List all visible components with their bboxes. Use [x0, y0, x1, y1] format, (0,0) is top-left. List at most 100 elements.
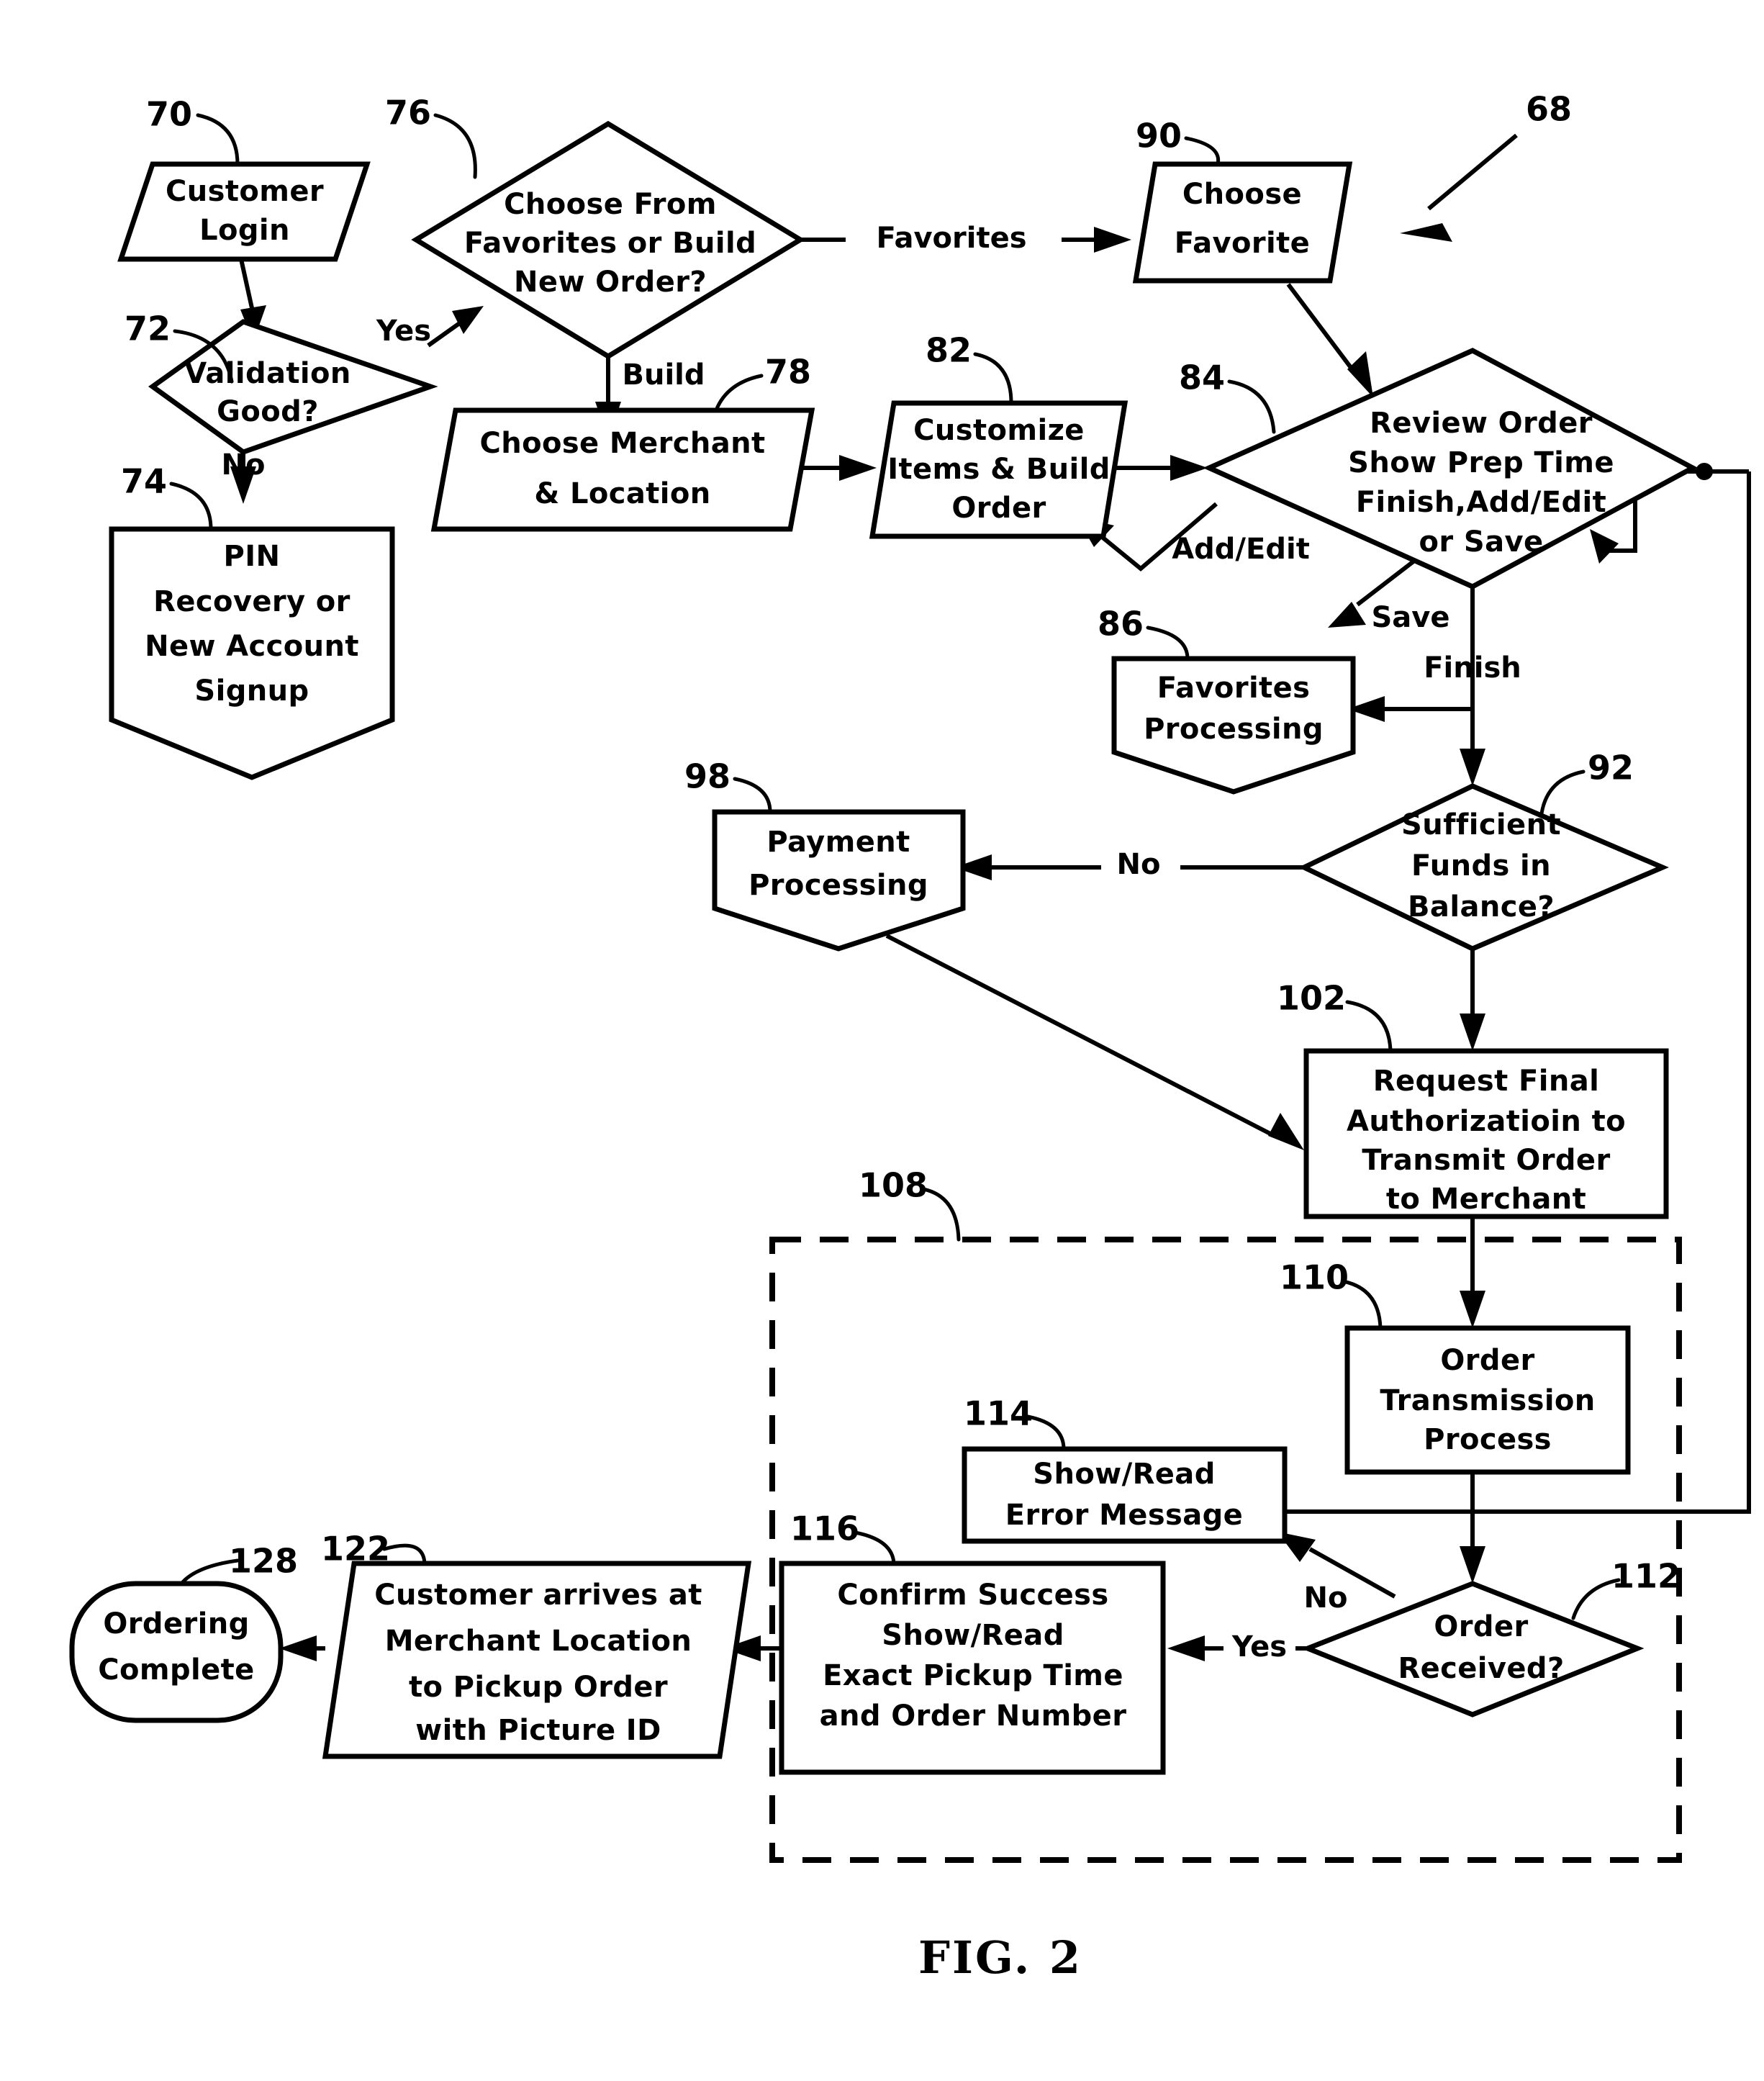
node-ordering-complete[interactable]: Ordering Complete [69, 1581, 284, 1723]
ref-76: 76 [385, 94, 431, 132]
complete-line1: Ordering [103, 1607, 249, 1640]
arrowhead-auth-transmission [1460, 1291, 1485, 1328]
validation-line1: Validation [184, 357, 351, 390]
arrowhead-favorites [1094, 227, 1131, 253]
leader-92 [1539, 769, 1586, 816]
arrives-line2: Merchant Location [385, 1625, 692, 1658]
leader-82 [973, 352, 1013, 405]
node-order-transmission[interactable]: Order Transmission Process [1344, 1325, 1631, 1475]
ordering-complete-shape [69, 1581, 284, 1723]
leader-98 [733, 777, 772, 814]
ref-86: 86 [1098, 605, 1144, 644]
confirm-line3: Exact Pickup Time [823, 1659, 1123, 1692]
favproc-line2: Processing [1144, 713, 1324, 746]
choosefav-line2: Favorite [1175, 227, 1310, 260]
edge-label-favorites: Favorites [876, 222, 1026, 255]
funds-line3: Balance? [1408, 890, 1555, 924]
ref-72: 72 [125, 310, 171, 348]
leader-114 [1026, 1414, 1066, 1451]
arrowhead-arrives-complete [279, 1635, 317, 1661]
ref-70: 70 [146, 95, 192, 134]
order-received-shape [1301, 1581, 1645, 1717]
confirm-line1: Confirm Success [837, 1579, 1108, 1612]
ref-92: 92 [1588, 749, 1634, 787]
leader-84 [1227, 379, 1276, 434]
node-customize-items[interactable]: Customize Items & Build Order [869, 400, 1128, 539]
node-customer-login[interactable]: Customer Login [117, 161, 371, 262]
arrives-line3: to Pickup Order [409, 1671, 668, 1704]
payment-line1: Payment [766, 826, 910, 859]
leader-78 [714, 374, 764, 412]
node-payment-processing[interactable]: Payment Processing [712, 809, 966, 952]
edge-label-build: Build [622, 358, 705, 392]
auth-line1: Request Final [1373, 1065, 1599, 1098]
node-customer-arrives[interactable]: Customer arrives at Merchant Location to… [322, 1561, 752, 1759]
node-request-final-authorization[interactable]: Request Final Authorizatioin to Transmit… [1303, 1048, 1669, 1219]
ref-84: 84 [1179, 358, 1225, 397]
edge-label-received-yes: Yes [1231, 1630, 1287, 1664]
node-pin-recovery[interactable]: PIN Recovery or New Account Signup [109, 526, 395, 780]
arrowhead-review-loopback [1590, 529, 1619, 564]
edge-label-save: Save [1371, 601, 1449, 634]
transmission-line2: Transmission [1380, 1384, 1595, 1417]
auth-line4: to Merchant [1386, 1183, 1586, 1216]
leader-108 [921, 1187, 961, 1242]
choosefrom-line1: Choose From [504, 188, 717, 221]
leader-76 [433, 113, 477, 179]
pin-line1: PIN [224, 540, 281, 573]
edge-validation-yes [427, 320, 462, 348]
edge-label-funds-no: No [1117, 848, 1161, 881]
ref-74: 74 [121, 462, 167, 501]
edge-choosefav-to-review [1286, 283, 1354, 370]
arrowhead-finish-funds [1460, 749, 1485, 786]
pin-line3: New Account [145, 630, 359, 663]
arrowhead-payment-auth [1268, 1113, 1304, 1150]
edge-login-to-validation [239, 258, 255, 315]
auth-line3: Transmit Order [1362, 1144, 1610, 1177]
merchant-line1: Choose Merchant [479, 427, 765, 460]
ref-122: 122 [321, 1530, 390, 1568]
auth-line2: Authorizatioin to [1347, 1105, 1626, 1138]
leader-68 [1427, 133, 1518, 211]
confirm-line4: and Order Number [820, 1699, 1127, 1733]
node-order-received[interactable]: Order Received? [1301, 1581, 1645, 1717]
node-sufficient-funds[interactable]: Sufficient Funds in Balance? [1298, 783, 1669, 952]
transmission-line3: Process [1424, 1423, 1552, 1456]
leader-116 [853, 1530, 896, 1566]
flowchart-canvas: Customer Login Validation Good? PIN Reco… [69, 90, 1751, 1984]
received-line2: Received? [1398, 1652, 1564, 1685]
node-choose-merchant[interactable]: Choose Merchant & Location [430, 407, 815, 532]
node-confirm-success[interactable]: Confirm Success Show/Read Exact Pickup T… [779, 1561, 1166, 1775]
edge-label-validation-yes: Yes [376, 315, 431, 348]
arrowhead-validation-yes [452, 306, 484, 334]
ref-90: 90 [1136, 117, 1182, 155]
leader-70 [196, 113, 240, 166]
leader-74 [169, 482, 213, 531]
arrowhead-choosefav-review [1347, 351, 1373, 397]
arrowhead-customize-review [1170, 455, 1208, 481]
funds-line1: Sufficient [1401, 808, 1561, 841]
ref-108: 108 [859, 1166, 928, 1205]
customize-line3: Order [951, 492, 1046, 525]
ref-78: 78 [765, 353, 811, 392]
node-favorites-processing[interactable]: Favorites Processing [1111, 656, 1356, 795]
transmission-line1: Order [1440, 1344, 1534, 1377]
ref-68: 68 [1526, 90, 1572, 129]
arrowhead-transmission-received [1460, 1546, 1485, 1584]
funds-line2: Funds in [1411, 849, 1551, 882]
ref-82: 82 [926, 331, 972, 370]
review-line1: Review Order [1370, 407, 1593, 440]
ref-116: 116 [790, 1509, 859, 1548]
figure-caption: FIG. 2 [918, 1931, 1082, 1984]
error-line2: Error Message [1005, 1499, 1243, 1532]
ref-112: 112 [1611, 1557, 1681, 1596]
error-line1: Show/Read [1033, 1458, 1215, 1491]
leader-122 [382, 1543, 427, 1566]
patent-figure: Customer Login Validation Good? PIN Reco… [0, 0, 1764, 2081]
edge-label-validation-no: No [222, 448, 266, 482]
arrowhead-68 [1400, 223, 1452, 242]
node-choose-favorite[interactable]: Choose Favorite [1132, 161, 1353, 284]
pin-line2: Recovery or [153, 585, 350, 618]
node-show-error-message[interactable]: Show/Read Error Message [962, 1446, 1288, 1544]
review-line3: Finish,Add/Edit [1356, 486, 1606, 519]
